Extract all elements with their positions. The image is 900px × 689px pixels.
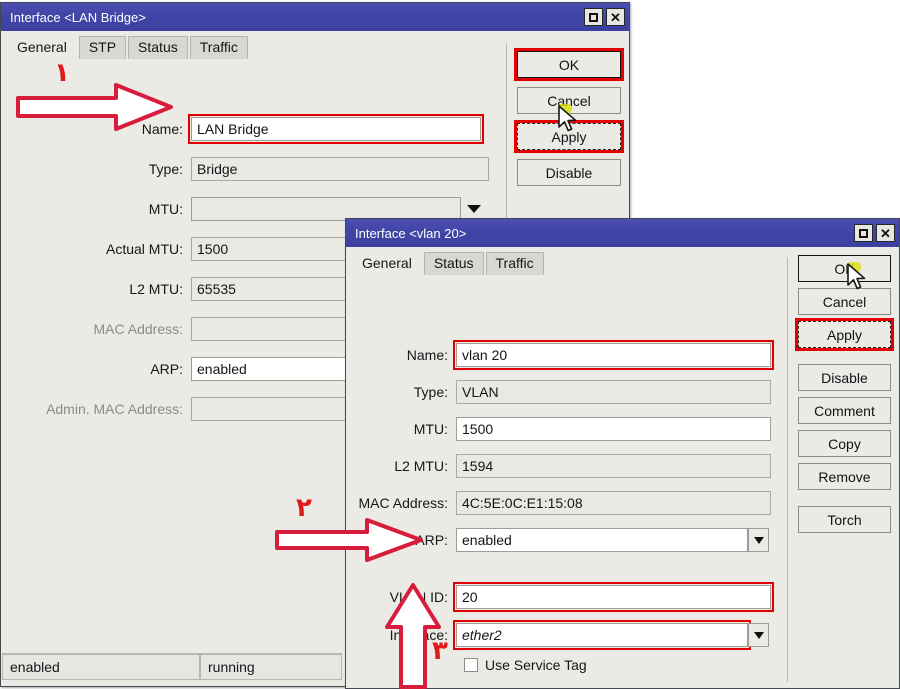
tab-general[interactable]: General bbox=[7, 35, 77, 59]
close-icon[interactable]: ✕ bbox=[606, 8, 625, 26]
label-arp: ARP: bbox=[415, 532, 448, 548]
titlebar-buttons: ✕ bbox=[854, 224, 895, 242]
label-mac-address: MAC Address: bbox=[93, 321, 183, 337]
input-name[interactable]: vlan 20 bbox=[453, 340, 774, 370]
checkbox-use-service-tag[interactable] bbox=[464, 658, 478, 672]
use-service-tag-row[interactable]: Use Service Tag bbox=[464, 657, 587, 673]
window-interface-vlan-20[interactable]: Interface <vlan 20> ✕ General Status Tra… bbox=[345, 218, 900, 689]
window-title: Interface <LAN Bridge> bbox=[10, 9, 146, 25]
label-mtu: MTU: bbox=[148, 201, 183, 217]
label-l2-mtu: L2 MTU: bbox=[129, 281, 183, 297]
input-name[interactable]: LAN Bridge bbox=[188, 114, 484, 144]
torch-button[interactable]: Torch bbox=[798, 506, 891, 533]
status-enabled: enabled bbox=[2, 654, 200, 680]
label-name: Name: bbox=[406, 347, 448, 363]
comment-button[interactable]: Comment bbox=[798, 397, 891, 424]
apply-button[interactable]: Apply bbox=[795, 318, 894, 351]
panel-divider bbox=[787, 257, 788, 682]
label-mtu: MTU: bbox=[413, 421, 448, 437]
label-interface: Interface: bbox=[389, 627, 448, 643]
tab-traffic[interactable]: Traffic bbox=[189, 35, 248, 59]
maximize-icon[interactable] bbox=[854, 224, 873, 242]
buttons-vlan-20: OK Cancel Apply Disable Comment Copy Rem… bbox=[795, 255, 894, 533]
input-type: Bridge bbox=[191, 157, 489, 181]
input-arp[interactable]: enabled bbox=[456, 528, 748, 552]
titlebar-vlan-20[interactable]: Interface <vlan 20> ✕ bbox=[346, 219, 899, 247]
buttons-lan-bridge: OK Cancel Apply Disable bbox=[514, 48, 624, 186]
screenshot-stage: NETWORK Interface <LAN Bridge> ✕ General… bbox=[0, 0, 900, 689]
copy-button[interactable]: Copy bbox=[798, 430, 891, 457]
tab-stp[interactable]: STP bbox=[78, 35, 127, 59]
label-admin-mac-address: Admin. MAC Address: bbox=[46, 401, 183, 417]
close-icon[interactable]: ✕ bbox=[876, 224, 895, 242]
cancel-button[interactable]: Cancel bbox=[517, 87, 621, 114]
input-l2-mtu: 1594 bbox=[456, 454, 771, 478]
cancel-button[interactable]: Cancel bbox=[798, 288, 891, 315]
input-type: VLAN bbox=[456, 380, 771, 404]
remove-button[interactable]: Remove bbox=[798, 463, 891, 490]
label-mac-address: MAC Address: bbox=[358, 495, 448, 511]
label-actual-mtu: Actual MTU: bbox=[105, 241, 183, 257]
ok-button[interactable]: OK bbox=[798, 255, 891, 282]
ok-button[interactable]: OK bbox=[514, 48, 624, 81]
label-l2-mtu: L2 MTU: bbox=[394, 458, 448, 474]
label-type: Type: bbox=[148, 161, 183, 177]
chevron-down-icon-interface[interactable] bbox=[748, 623, 769, 647]
titlebar-buttons: ✕ bbox=[584, 8, 625, 26]
input-mac-address: 4C:5E:0C:E1:15:08 bbox=[456, 491, 771, 515]
statusbar-lan-bridge: enabled running bbox=[2, 653, 342, 680]
label-type: Type: bbox=[413, 384, 448, 400]
disable-button[interactable]: Disable bbox=[798, 364, 891, 391]
input-vlan-id[interactable]: 20 bbox=[453, 582, 774, 612]
chevron-down-icon-arp[interactable] bbox=[748, 528, 769, 552]
input-interface[interactable]: ether2 bbox=[453, 620, 751, 650]
status-running: running bbox=[200, 654, 342, 680]
window-title: Interface <vlan 20> bbox=[355, 225, 467, 241]
apply-button[interactable]: Apply bbox=[514, 120, 624, 153]
label-arp: ARP: bbox=[150, 361, 183, 377]
label-name: Name: bbox=[141, 121, 183, 137]
tab-traffic[interactable]: Traffic bbox=[485, 251, 544, 275]
titlebar-lan-bridge[interactable]: Interface <LAN Bridge> ✕ bbox=[1, 3, 629, 31]
tab-status[interactable]: Status bbox=[128, 35, 188, 59]
label-use-service-tag: Use Service Tag bbox=[485, 657, 587, 673]
tab-general[interactable]: General bbox=[352, 251, 422, 275]
disable-button[interactable]: Disable bbox=[517, 159, 621, 186]
maximize-icon[interactable] bbox=[584, 8, 603, 26]
chevron-down-icon-mtu[interactable] bbox=[467, 205, 481, 213]
label-vlan-id: VLAN ID: bbox=[389, 589, 448, 605]
input-mtu[interactable]: 1500 bbox=[456, 417, 771, 441]
tab-status[interactable]: Status bbox=[423, 251, 484, 275]
